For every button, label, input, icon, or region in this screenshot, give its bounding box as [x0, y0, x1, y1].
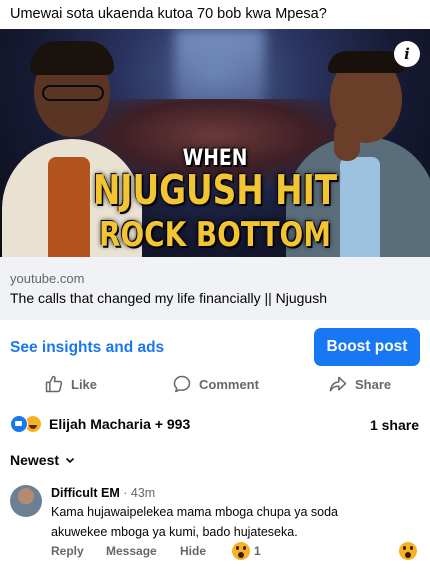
post-actions-bar: Like Comment Share: [0, 372, 430, 396]
comment-sort-dropdown[interactable]: Newest: [10, 452, 75, 468]
hide-button[interactable]: Hide: [180, 544, 232, 558]
sort-label: Newest: [10, 452, 60, 468]
link-preview[interactable]: youtube.com The calls that changed my li…: [0, 257, 430, 320]
post-caption: Umewai sota ukaenda kutoa 70 bob kwa Mpe…: [10, 6, 327, 22]
comment-time[interactable]: 43m: [131, 486, 155, 500]
avatar[interactable]: [10, 485, 42, 517]
reply-button[interactable]: Reply: [51, 544, 106, 558]
see-insights-link[interactable]: See insights and ads: [10, 339, 164, 357]
comment-bubble-icon: [173, 375, 191, 393]
comment-actions: Reply Message Hide 1: [51, 542, 261, 560]
info-icon[interactable]: i: [394, 41, 420, 67]
react-wow-icon[interactable]: [399, 542, 417, 560]
boost-post-button[interactable]: Boost post: [314, 328, 420, 366]
link-title[interactable]: The calls that changed my life financial…: [10, 290, 327, 306]
thumbnail-headline-name: NJUGUSH HIT: [92, 166, 338, 214]
reaction-summary[interactable]: Elijah Macharia + 993: [10, 414, 190, 434]
link-domain: youtube.com: [10, 271, 85, 286]
comment-label: Comment: [199, 376, 259, 392]
share-label: Share: [355, 376, 392, 392]
comment-separator: ·: [123, 486, 128, 500]
share-arrow-icon: [329, 376, 347, 392]
wow-reaction-icon: [232, 542, 250, 560]
like-reaction-icon: [10, 415, 28, 433]
message-button[interactable]: Message: [106, 544, 180, 558]
comment-text: Kama hujawaipelekea mama mboga chupa ya …: [51, 505, 338, 539]
like-button[interactable]: Like: [44, 372, 97, 396]
share-count[interactable]: 1 share: [370, 417, 419, 433]
like-label: Like: [71, 376, 98, 392]
comment-author[interactable]: Difficult EM: [51, 486, 120, 500]
share-button[interactable]: Share: [328, 372, 391, 396]
comment-header: Difficult EM · 43m: [51, 486, 155, 500]
comment-button[interactable]: Comment: [172, 372, 259, 396]
video-thumbnail[interactable]: WHEN NJUGUSH HIT ROCK BOTTOM i: [0, 29, 430, 257]
reaction-names: Elijah Macharia + 993: [49, 416, 191, 432]
chevron-down-icon: [65, 457, 75, 464]
thumbnail-headline-rock-bottom: ROCK BOTTOM: [98, 215, 332, 255]
comment-reaction-count[interactable]: 1: [254, 544, 261, 558]
thumbs-up-icon: [45, 375, 63, 393]
